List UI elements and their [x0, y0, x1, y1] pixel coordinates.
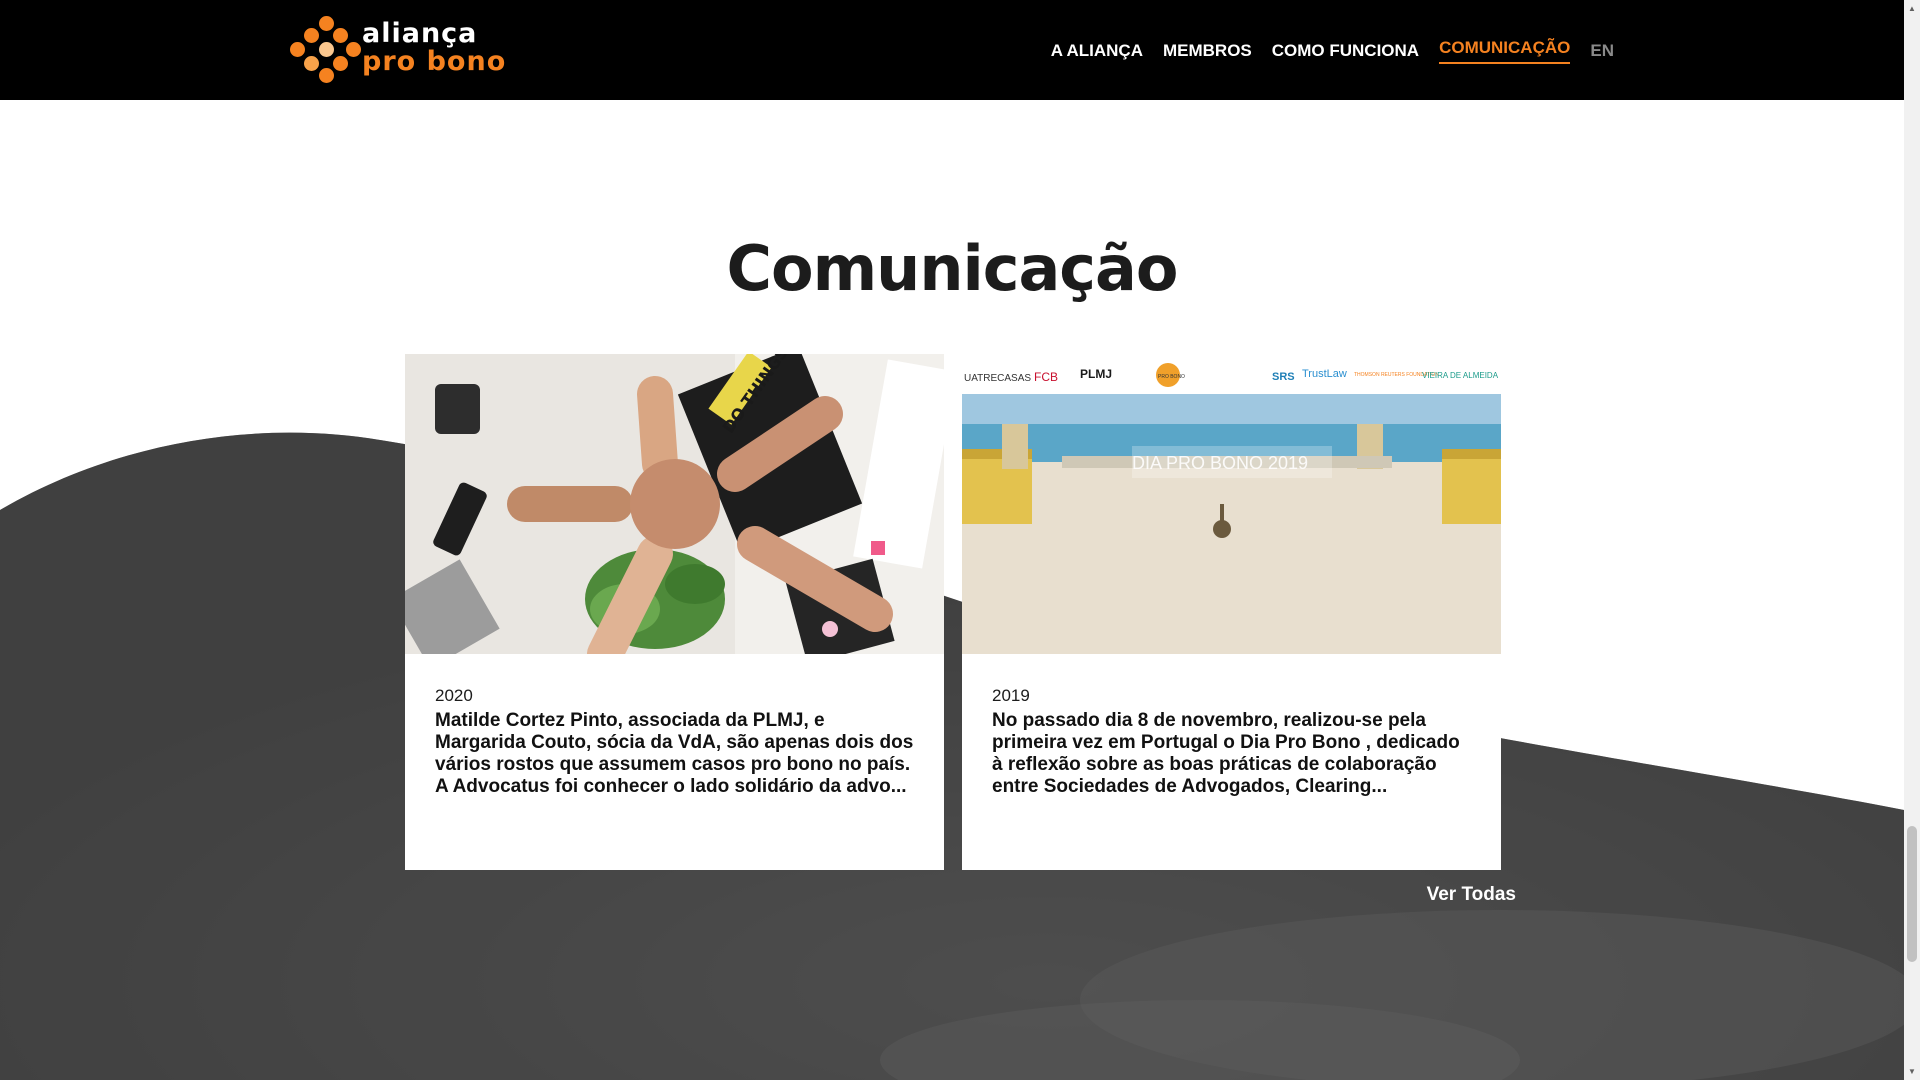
sponsor-logo: FCB	[1034, 370, 1058, 384]
news-card-excerpt[interactable]: No passado dia 8 de novembro, realizou-s…	[992, 710, 1471, 798]
site-header: aliança pro bono A ALIANÇA MEMBROS COMO …	[0, 0, 1904, 100]
vertical-scrollbar[interactable]: ▲ ▼	[1904, 0, 1920, 1080]
background-wave	[0, 432, 1904, 1080]
nav-item-alianca[interactable]: A ALIANÇA	[1051, 41, 1143, 61]
sponsor-logo: UATRECASAS	[964, 373, 1031, 384]
logo-text-line2: pro bono	[362, 46, 507, 77]
sponsor-logo: TrustLaw	[1302, 368, 1347, 380]
nav-item-membros[interactable]: MEMBROS	[1163, 41, 1252, 61]
scroll-down-icon[interactable]: ▼	[1908, 1067, 1916, 1076]
sponsor-logo: PLMJ	[1080, 367, 1112, 381]
language-switch[interactable]: EN	[1590, 41, 1614, 61]
scroll-up-icon[interactable]: ▲	[1908, 4, 1916, 13]
site-logo[interactable]: aliança pro bono	[290, 16, 510, 83]
news-card-image: DO THINGS	[405, 354, 944, 654]
news-card-excerpt[interactable]: Matilde Cortez Pinto, associada da PLMJ,…	[435, 710, 914, 798]
news-card-year: 2020	[435, 686, 473, 705]
logo-dots-icon	[290, 16, 361, 83]
sponsor-logo: SRS	[1272, 371, 1295, 383]
news-card-year: 2019	[992, 686, 1030, 705]
section-title: Comunicação	[726, 232, 1178, 305]
sponsor-logo: VIEIRA DE ALMEIDA	[1422, 371, 1499, 380]
nav-item-comunicacao[interactable]: COMUNICAÇÃO	[1439, 38, 1571, 64]
scrollbar-thumb[interactable]	[1907, 826, 1917, 962]
main-nav: A ALIANÇA MEMBROS COMO FUNCIONA COMUNICA…	[1051, 38, 1614, 64]
nav-item-como-funciona[interactable]: COMO FUNCIONA	[1272, 41, 1419, 61]
logo-text-line1: aliança	[362, 18, 478, 49]
banner-title: DIA PRO BONO 2019	[1132, 453, 1308, 473]
sponsor-logo: PRO BONO	[1158, 374, 1185, 380]
view-all-link[interactable]: Ver Todas	[1427, 884, 1516, 906]
news-card[interactable]: DO THINGS 2020 Matilde Cortez Pinto, ass…	[405, 354, 944, 870]
news-card-image: UATRECASAS FCB PLMJ PRO BONO SRS TrustLa…	[962, 354, 1501, 654]
news-card[interactable]: UATRECASAS FCB PLMJ PRO BONO SRS TrustLa…	[962, 354, 1501, 870]
